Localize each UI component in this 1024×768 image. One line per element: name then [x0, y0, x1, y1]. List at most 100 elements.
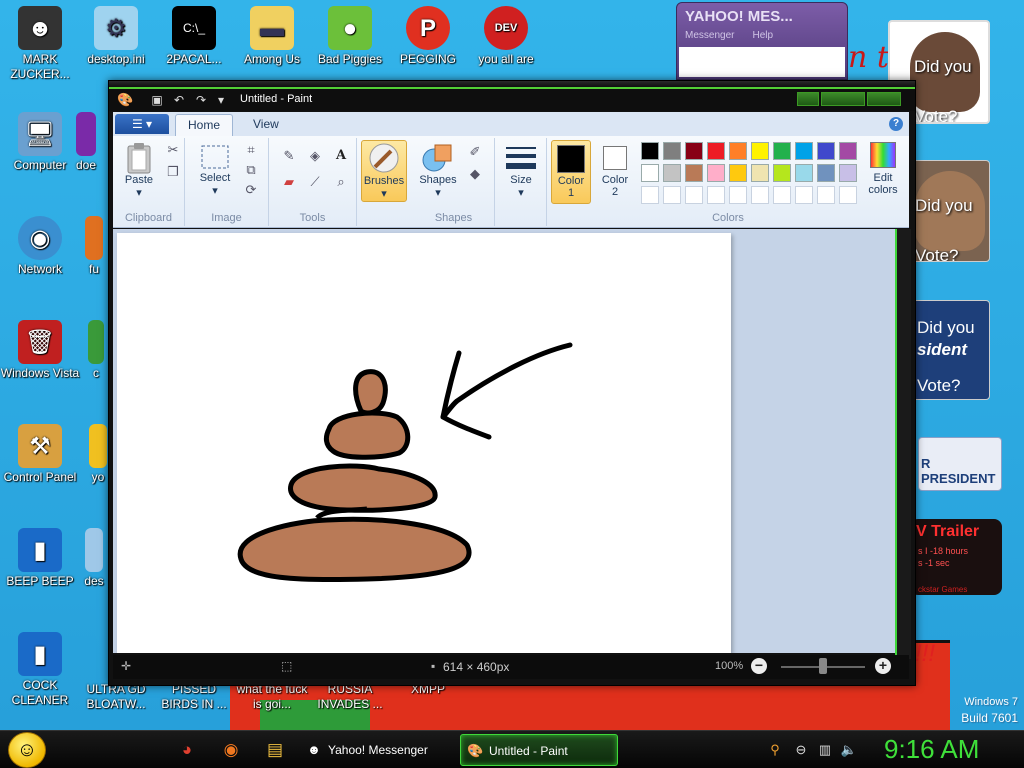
- color2-button[interactable]: Color 2: [595, 140, 635, 204]
- taskbar-yahoo-messenger[interactable]: ☻ Yahoo! Messenger: [300, 734, 452, 766]
- file-menu-button[interactable]: ☰ ▾: [115, 114, 169, 134]
- vertical-scrollbar[interactable]: [895, 229, 911, 659]
- palette-color-swatch[interactable]: [751, 164, 769, 182]
- zoom-out-button[interactable]: −: [751, 658, 767, 674]
- save-icon[interactable]: ▣: [149, 92, 165, 108]
- color1-button[interactable]: Color 1: [551, 140, 591, 204]
- palette-color-swatch[interactable]: [707, 142, 725, 160]
- palette-color-swatch[interactable]: [817, 164, 835, 182]
- palette-color-swatch[interactable]: [839, 164, 857, 182]
- palette-color-swatch[interactable]: [795, 186, 813, 204]
- desktop-icon-control-panel[interactable]: ⚒ Control Panel: [0, 424, 80, 485]
- clock[interactable]: 9:16 AM: [884, 734, 979, 765]
- palette-color-swatch[interactable]: [795, 142, 813, 160]
- undo-icon[interactable]: ↶: [171, 92, 187, 108]
- palette-color-swatch[interactable]: [751, 186, 769, 204]
- palette-color-swatch[interactable]: [729, 164, 747, 182]
- desktop-icon-what-the[interactable]: what the fuck is goi...: [232, 682, 312, 712]
- start-button[interactable]: ☺: [8, 732, 46, 768]
- palette-color-swatch[interactable]: [663, 142, 681, 160]
- desktop-icon-des[interactable]: des: [76, 528, 112, 589]
- president-ad[interactable]: R PRESIDENT: [918, 437, 1002, 491]
- desktop-icon-2pacal[interactable]: C:\_ 2PACAL...: [154, 6, 234, 67]
- palette-color-swatch[interactable]: [839, 186, 857, 204]
- shapes-button[interactable]: Shapes ▾: [415, 142, 461, 199]
- palette-color-swatch[interactable]: [641, 186, 659, 204]
- tab-home[interactable]: Home: [175, 114, 234, 136]
- paste-button[interactable]: Paste ▾: [121, 142, 157, 199]
- chrome-icon[interactable]: ◕: [174, 737, 200, 763]
- desktop-icon-fu[interactable]: fu: [76, 216, 112, 277]
- tab-view[interactable]: View: [241, 114, 291, 136]
- palette-color-swatch[interactable]: [773, 164, 791, 182]
- desktop-icon-ultra-gd[interactable]: ULTRA GD BLOATW...: [76, 682, 156, 712]
- desktop-icon-bad-piggies[interactable]: ● Bad Piggies: [310, 6, 390, 67]
- search-icon[interactable]: ⚲: [766, 741, 784, 759]
- color-picker-icon[interactable]: ⟋: [305, 172, 325, 192]
- redo-icon[interactable]: ↷: [193, 92, 209, 108]
- palette-color-swatch[interactable]: [729, 186, 747, 204]
- help-icon[interactable]: ?: [889, 117, 903, 131]
- palette-color-swatch[interactable]: [663, 164, 681, 182]
- close-button[interactable]: [867, 92, 901, 106]
- drawing-canvas[interactable]: [117, 233, 731, 653]
- zoom-in-button[interactable]: +: [875, 658, 891, 674]
- paint-window[interactable]: 🎨 ▣ ↶ ↷ ▾ Untitled - Paint ☰ ▾ Home View…: [108, 80, 916, 686]
- desktop-icon-network[interactable]: ◉ Network: [0, 216, 80, 277]
- copy-icon[interactable]: ❐: [163, 162, 183, 182]
- explorer-folder-icon[interactable]: ▤: [262, 737, 288, 763]
- desktop-icon-pissed-birds[interactable]: PISSED BIRDS IN ...: [154, 682, 234, 712]
- network-icon[interactable]: ▥: [816, 741, 834, 759]
- eraser-icon[interactable]: ▰: [279, 172, 299, 192]
- palette-color-swatch[interactable]: [729, 142, 747, 160]
- desktop-icon-desktop-ini[interactable]: ⚙ desktop.ini: [76, 6, 156, 67]
- palette-color-swatch[interactable]: [817, 186, 835, 204]
- palette-color-swatch[interactable]: [685, 142, 703, 160]
- palette-color-swatch[interactable]: [839, 142, 857, 160]
- palette-color-swatch[interactable]: [773, 142, 791, 160]
- rotate-icon[interactable]: ⟳: [241, 180, 261, 200]
- cut-icon[interactable]: ✂: [163, 140, 183, 160]
- palette-color-swatch[interactable]: [707, 164, 725, 182]
- taskbar-paint[interactable]: 🎨 Untitled - Paint: [460, 734, 618, 766]
- paint-app-icon[interactable]: 🎨: [117, 92, 133, 108]
- tray-icon[interactable]: ⊖: [792, 741, 810, 759]
- edit-colors-button[interactable]: Edit colors: [861, 140, 905, 196]
- minimize-button[interactable]: [797, 92, 819, 106]
- desktop-icon-doe[interactable]: doe: [66, 112, 106, 173]
- size-button[interactable]: Size ▾: [501, 142, 541, 199]
- palette-color-swatch[interactable]: [795, 164, 813, 182]
- yahoo-messenger-window[interactable]: YAHOO! MES... Messenger Help: [676, 2, 848, 80]
- palette-color-swatch[interactable]: [685, 164, 703, 182]
- desktop-icon-pegging[interactable]: P PEGGING: [388, 6, 468, 67]
- palette-color-swatch[interactable]: [663, 186, 681, 204]
- select-button[interactable]: Select ▾: [195, 142, 235, 197]
- desktop-icon-mark-zucker[interactable]: ☻ MARK ZUCKER...: [0, 6, 80, 82]
- crop-icon[interactable]: ⌗: [241, 140, 261, 160]
- palette-color-swatch[interactable]: [685, 186, 703, 204]
- desktop-icon-beep-beep[interactable]: ▮ BEEP BEEP: [0, 528, 80, 589]
- palette-color-swatch[interactable]: [817, 142, 835, 160]
- maximize-button[interactable]: [821, 92, 865, 106]
- desktop-icon-cock-cleaner[interactable]: ▮ COCK CLEANER: [0, 632, 80, 708]
- trailer-ad[interactable]: V Trailer s I -18 hours s -1 sec ckstar …: [910, 519, 1002, 595]
- firefox-icon[interactable]: ◉: [218, 737, 244, 763]
- quick-access-dropdown-icon[interactable]: ▾: [213, 92, 229, 108]
- pencil-icon[interactable]: ✎: [279, 146, 299, 166]
- outline-icon[interactable]: ✐: [465, 142, 485, 162]
- fill-bucket-icon[interactable]: ◈: [305, 146, 325, 166]
- palette-color-swatch[interactable]: [751, 142, 769, 160]
- palette-color-swatch[interactable]: [641, 164, 659, 182]
- yahoo-menu-messenger[interactable]: Messenger: [685, 30, 734, 41]
- text-icon[interactable]: A: [331, 146, 351, 166]
- magnifier-icon[interactable]: ⌕: [331, 172, 351, 192]
- desktop-icon-russia[interactable]: RUSSIA INVADES ...: [310, 682, 390, 712]
- zoom-slider-thumb[interactable]: [819, 658, 827, 674]
- palette-color-swatch[interactable]: [641, 142, 659, 160]
- palette-color-swatch[interactable]: [707, 186, 725, 204]
- brushes-button[interactable]: Brushes ▾: [361, 140, 407, 202]
- vote-ad-2[interactable]: Did you Vote?: [910, 160, 990, 262]
- desktop-icon-among-us[interactable]: ▬ Among Us: [232, 6, 312, 67]
- desktop-icon-windows-vista[interactable]: 🗑 Windows Vista: [0, 320, 80, 381]
- desktop-icon-you-all-are[interactable]: DEV you all are: [466, 6, 546, 67]
